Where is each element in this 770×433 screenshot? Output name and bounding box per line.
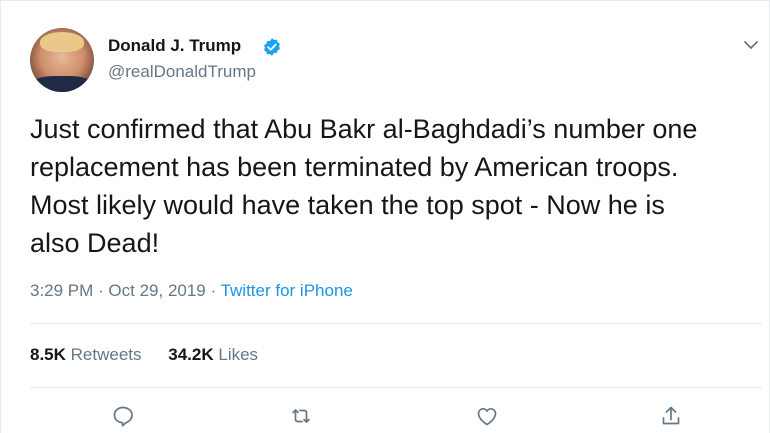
- user-handle[interactable]: @realDonaldTrump: [108, 62, 256, 82]
- divider: [30, 387, 762, 388]
- retweet-icon: [292, 409, 310, 423]
- heart-icon: [477, 408, 497, 426]
- retweets-stat[interactable]: 8.5K Retweets: [30, 345, 142, 364]
- tweet-meta: 3:29 PM · Oct 29, 2019 · Twitter for iPh…: [30, 281, 353, 301]
- tweet-source-link[interactable]: Twitter for iPhone: [221, 281, 353, 300]
- reply-button[interactable]: [111, 404, 135, 428]
- meta-separator: ·: [205, 281, 221, 300]
- chevron-down-icon[interactable]: [742, 38, 760, 52]
- reply-icon: [113, 406, 133, 427]
- retweets-count: 8.5K: [30, 345, 66, 364]
- tweet-card: Donald J. Trump @realDonaldTrump Just co…: [0, 0, 770, 433]
- share-icon: [662, 406, 680, 425]
- retweet-button[interactable]: [289, 404, 313, 428]
- like-button[interactable]: [475, 404, 499, 428]
- avatar-suit: [30, 76, 94, 92]
- likes-count: 34.2K: [168, 345, 214, 364]
- share-button[interactable]: [659, 404, 683, 428]
- avatar[interactable]: [30, 28, 94, 92]
- retweets-label: Retweets: [70, 345, 142, 364]
- verified-badge-icon: [264, 38, 280, 56]
- likes-label: Likes: [218, 345, 259, 364]
- tweet-stats: 8.5K Retweets 34.2K Likes: [30, 345, 280, 365]
- divider: [30, 323, 762, 324]
- tweet-time[interactable]: 3:29 PM: [30, 281, 93, 300]
- tweet-date[interactable]: Oct 29, 2019: [108, 281, 205, 300]
- meta-separator: ·: [93, 281, 109, 300]
- tweet-text: Just confirmed that Abu Bakr al-Baghdadi…: [30, 114, 698, 258]
- display-name[interactable]: Donald J. Trump: [108, 36, 241, 56]
- likes-stat[interactable]: 34.2K Likes: [168, 345, 258, 364]
- avatar-hair: [40, 32, 84, 52]
